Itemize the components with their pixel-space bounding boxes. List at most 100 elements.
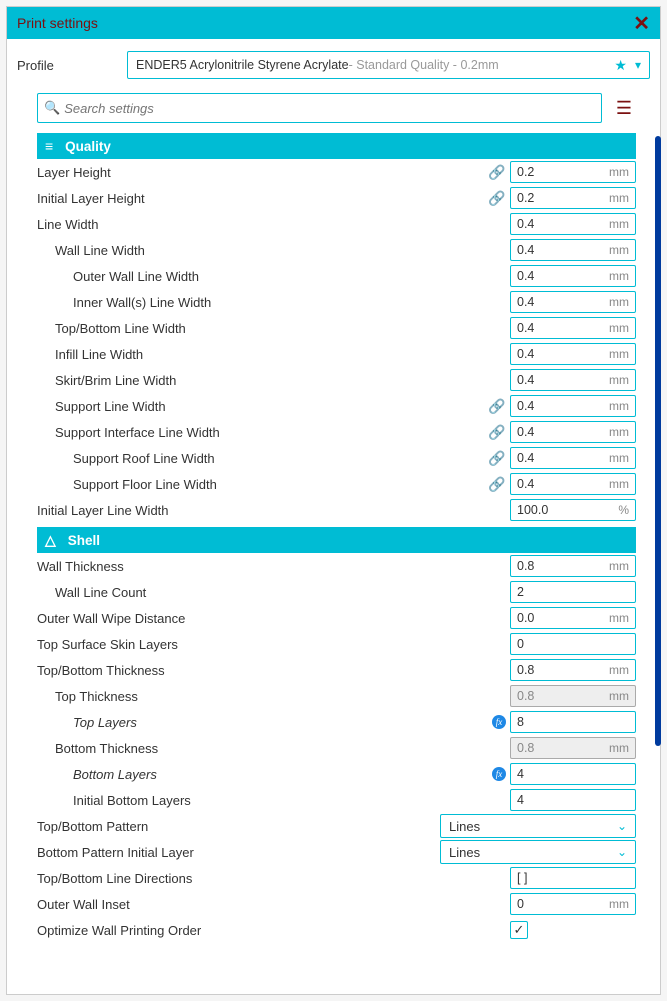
number-field: [511, 741, 598, 755]
section-shell[interactable]: △ Shell: [37, 527, 636, 553]
value-input[interactable]: mm: [510, 291, 636, 313]
value-input[interactable]: mm: [510, 893, 636, 915]
number-field[interactable]: [511, 793, 598, 807]
number-field[interactable]: [511, 373, 598, 387]
value-input[interactable]: mm: [510, 265, 636, 287]
number-field[interactable]: [511, 503, 598, 517]
link-icon[interactable]: 🔗: [488, 398, 504, 415]
number-field[interactable]: [511, 871, 598, 885]
number-field[interactable]: [511, 425, 598, 439]
chevron-down-icon[interactable]: ▾: [631, 58, 641, 72]
number-field[interactable]: [511, 269, 598, 283]
value-input[interactable]: mm: [510, 369, 636, 391]
value-input[interactable]: [510, 711, 636, 733]
link-icon[interactable]: 🔗: [488, 190, 504, 207]
number-field[interactable]: [511, 451, 598, 465]
number-field[interactable]: [511, 767, 598, 781]
unit-label: mm: [609, 191, 635, 205]
value-input[interactable]: mm: [510, 607, 636, 629]
unit-label: mm: [609, 425, 635, 439]
section-shell-title: Shell: [68, 533, 100, 548]
value-input[interactable]: mm: [510, 421, 636, 443]
search-input[interactable]: [64, 101, 595, 116]
number-field[interactable]: [511, 347, 598, 361]
setting-label: Line Width: [37, 217, 510, 232]
value-input[interactable]: mm: [510, 213, 636, 235]
value-input[interactable]: [510, 581, 636, 603]
setting-label: Optimize Wall Printing Order: [37, 923, 510, 938]
value-input[interactable]: mm: [510, 317, 636, 339]
setting-row: Bottom Pattern Initial LayerLines⌄: [37, 839, 636, 865]
profile-label: Profile: [17, 58, 117, 73]
unit-label: %: [618, 503, 635, 517]
link-icon[interactable]: 🔗: [488, 450, 504, 467]
setting-label: Support Interface Line Width: [37, 425, 488, 440]
unit-label: mm: [609, 165, 635, 179]
formula-badge[interactable]: fx: [492, 715, 506, 729]
value-input[interactable]: %: [510, 499, 636, 521]
number-field[interactable]: [511, 295, 598, 309]
value-input[interactable]: [510, 763, 636, 785]
value-input[interactable]: mm: [510, 239, 636, 261]
value-select[interactable]: Lines⌄: [440, 814, 636, 838]
setting-label: Top Layers: [37, 715, 492, 730]
value-select[interactable]: Lines⌄: [440, 840, 636, 864]
number-field[interactable]: [511, 663, 598, 677]
number-field[interactable]: [511, 715, 598, 729]
number-field[interactable]: [511, 897, 598, 911]
profile-select[interactable]: ENDER5 Acrylonitrile Styrene Acrylate - …: [127, 51, 650, 79]
checkbox[interactable]: ✓: [510, 921, 528, 939]
setting-row: Optimize Wall Printing Order✓: [37, 917, 636, 943]
value-input[interactable]: [510, 867, 636, 889]
setting-label: Wall Thickness: [37, 559, 510, 574]
value-input[interactable]: mm: [510, 187, 636, 209]
setting-row: Initial Layer Line Width%: [37, 497, 636, 523]
number-field[interactable]: [511, 321, 598, 335]
number-field[interactable]: [511, 611, 598, 625]
link-icon[interactable]: 🔗: [488, 164, 504, 181]
formula-badge[interactable]: fx: [492, 767, 506, 781]
value-input[interactable]: mm: [510, 659, 636, 681]
profile-row: Profile ENDER5 Acrylonitrile Styrene Acr…: [7, 39, 660, 87]
star-icon[interactable]: ★: [610, 57, 631, 74]
setting-label: Support Line Width: [37, 399, 488, 414]
value-input[interactable]: mm: [510, 555, 636, 577]
search-box[interactable]: 🔍: [37, 93, 602, 123]
settings-scroll[interactable]: ≡ Quality Layer Height🔗mmInitial Layer H…: [7, 129, 660, 994]
setting-label: Bottom Thickness: [37, 741, 510, 756]
value-input[interactable]: [510, 789, 636, 811]
number-field[interactable]: [511, 477, 598, 491]
number-field[interactable]: [511, 243, 598, 257]
value-input: mm: [510, 685, 636, 707]
value-input[interactable]: mm: [510, 473, 636, 495]
setting-label: Skirt/Brim Line Width: [37, 373, 510, 388]
number-field[interactable]: [511, 191, 598, 205]
setting-row: Support Floor Line Width🔗 mm: [37, 471, 636, 497]
number-field[interactable]: [511, 217, 598, 231]
setting-label: Outer Wall Wipe Distance: [37, 611, 510, 626]
setting-row: Bottom Thicknessmm: [37, 735, 636, 761]
unit-label: mm: [609, 399, 635, 413]
setting-row: Outer Wall Line Widthmm: [37, 263, 636, 289]
value-input[interactable]: mm: [510, 395, 636, 417]
number-field[interactable]: [511, 585, 598, 599]
link-icon[interactable]: 🔗: [488, 424, 504, 441]
unit-label: mm: [609, 269, 635, 283]
number-field[interactable]: [511, 559, 598, 573]
value-input[interactable]: [510, 633, 636, 655]
setting-row: Top/Bottom Line Directions: [37, 865, 636, 891]
value-input[interactable]: mm: [510, 447, 636, 469]
section-quality[interactable]: ≡ Quality: [37, 133, 636, 159]
scrollbar[interactable]: [655, 136, 661, 746]
number-field[interactable]: [511, 165, 598, 179]
link-icon[interactable]: 🔗: [488, 476, 504, 493]
unit-label: mm: [609, 451, 635, 465]
setting-label: Support Floor Line Width: [37, 477, 488, 492]
number-field[interactable]: [511, 637, 598, 651]
value-input[interactable]: mm: [510, 343, 636, 365]
number-field[interactable]: [511, 399, 598, 413]
menu-icon[interactable]: ☰: [612, 98, 636, 119]
close-icon[interactable]: ✕: [633, 11, 650, 36]
setting-label: Bottom Pattern Initial Layer: [37, 845, 440, 860]
value-input[interactable]: mm: [510, 161, 636, 183]
